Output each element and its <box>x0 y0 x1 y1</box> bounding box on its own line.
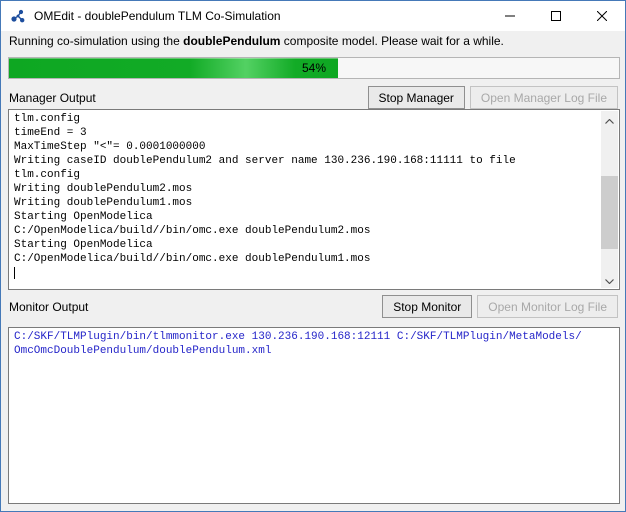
window-title: OMEdit - doublePendulum TLM Co-Simulatio… <box>34 1 281 31</box>
manager-header-row: Manager Output Stop Manager Open Manager… <box>9 86 618 109</box>
monitor-output-box[interactable]: C:/SKF/TLMPlugin/bin/tlmmonitor.exe 130.… <box>8 327 620 504</box>
openmodelica-logo-icon <box>10 8 26 24</box>
co-simulation-dialog: OMEdit - doublePendulum TLM Co-Simulatio… <box>0 0 626 512</box>
chevron-up-icon <box>605 112 614 127</box>
scroll-up-button[interactable] <box>601 111 618 128</box>
open-monitor-log-button[interactable]: Open Monitor Log File <box>477 295 618 318</box>
caption-buttons <box>487 1 625 31</box>
stop-manager-button[interactable]: Stop Manager <box>368 86 465 109</box>
minimize-button[interactable] <box>487 1 533 31</box>
monitor-output-label: Monitor Output <box>9 300 88 314</box>
scroll-down-button[interactable] <box>601 271 618 288</box>
stop-monitor-button[interactable]: Stop Monitor <box>382 295 472 318</box>
title-bar[interactable]: OMEdit - doublePendulum TLM Co-Simulatio… <box>1 1 625 31</box>
manager-log-text: tlm.configtimeEnd = 3MaxTimeStep "<"= 0.… <box>14 112 597 287</box>
scrollbar-thumb[interactable] <box>601 176 618 249</box>
progress-bar: 54% <box>8 57 620 79</box>
close-button[interactable] <box>579 1 625 31</box>
minimize-icon <box>505 9 515 24</box>
status-message: Running co-simulation using the doublePe… <box>9 34 617 48</box>
monitor-header-row: Monitor Output Stop Monitor Open Monitor… <box>9 295 618 318</box>
text-cursor <box>14 267 15 279</box>
maximize-icon <box>551 9 561 24</box>
close-icon <box>597 9 607 24</box>
manager-output-label: Manager Output <box>9 91 96 105</box>
monitor-log-text: C:/SKF/TLMPlugin/bin/tlmmonitor.exe 130.… <box>14 330 614 501</box>
model-name: doublePendulum <box>183 34 280 48</box>
manager-scrollbar[interactable] <box>601 111 618 288</box>
maximize-button[interactable] <box>533 1 579 31</box>
chevron-down-icon <box>605 272 614 287</box>
manager-output-box[interactable]: tlm.configtimeEnd = 3MaxTimeStep "<"= 0.… <box>8 109 620 290</box>
progress-percent-label: 54% <box>9 58 619 78</box>
open-manager-log-button[interactable]: Open Manager Log File <box>470 86 618 109</box>
